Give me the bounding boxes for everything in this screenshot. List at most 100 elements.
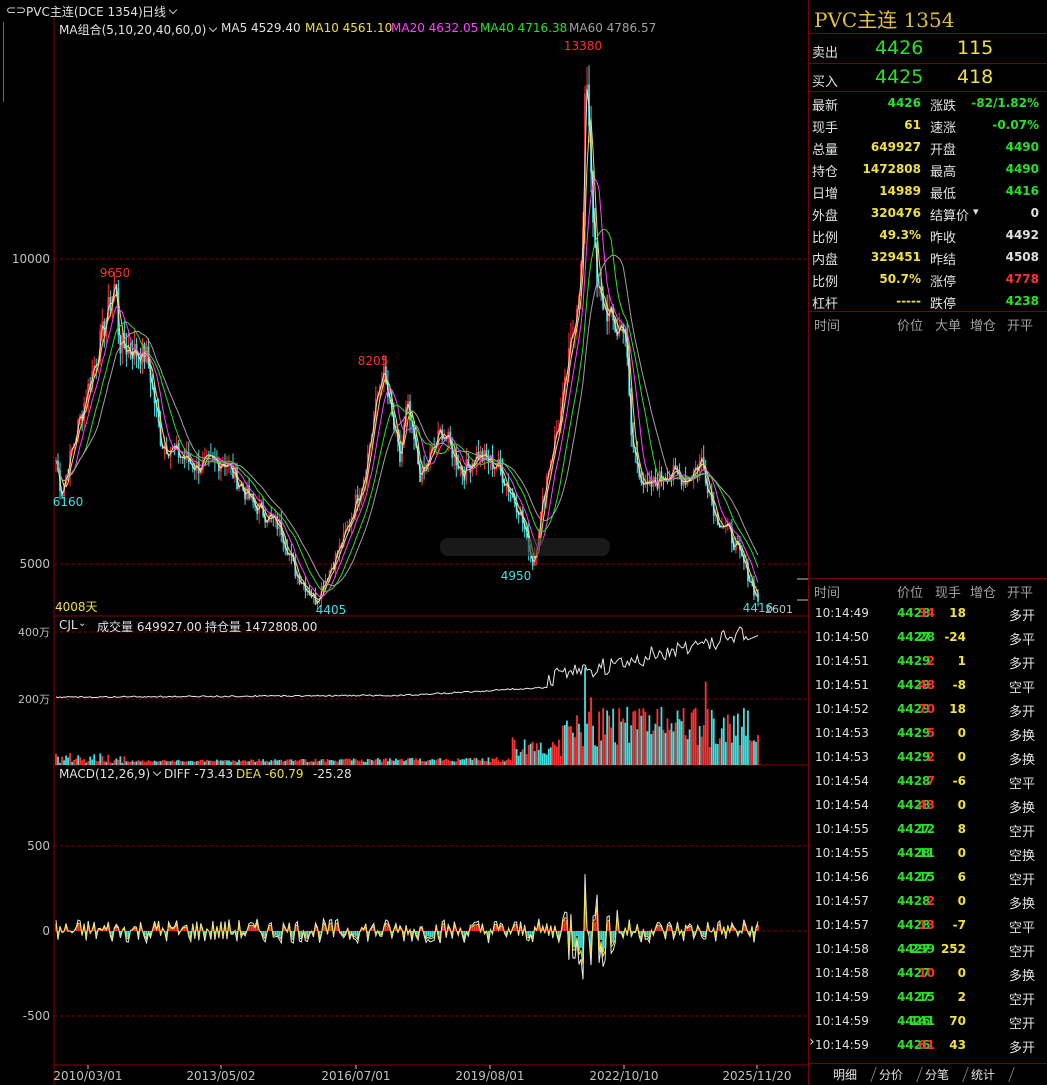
volume-bar — [316, 761, 319, 765]
stat-item: 比例 50.7% — [809, 268, 927, 290]
tick-qty: 2 — [926, 894, 935, 908]
x-tick-label: 2010/03/01 — [53, 1069, 122, 1083]
tick-row[interactable]: 10:14:50 4427 28 -24 多平 — [809, 625, 1047, 649]
volume-bar — [449, 761, 452, 765]
volume-bar — [197, 760, 200, 765]
volume-bar — [330, 759, 333, 765]
volume-bar — [425, 761, 428, 765]
tick-row[interactable]: 10:14:58 4427 10 0 多换 — [809, 961, 1047, 985]
chevron-down-icon[interactable]: ⌄ — [78, 618, 86, 629]
tick-time: 10:14:55 — [815, 822, 869, 836]
volume-bar — [332, 760, 335, 765]
tick-row[interactable]: 10:14:51 4429 2 1 多开 — [809, 649, 1047, 673]
volume-bar — [477, 759, 480, 765]
caret-down-icon[interactable]: ▾ — [973, 205, 979, 218]
tick-type: 多开 — [1009, 705, 1036, 720]
volume-bar — [755, 741, 757, 765]
tick-time: 10:14:58 — [815, 942, 869, 956]
volume-bar — [411, 757, 413, 765]
tick-row[interactable]: 10:14:54 4428 7 -6 空平 — [809, 769, 1047, 793]
volume-bar — [521, 749, 524, 765]
tick-type: 多平 — [1009, 633, 1036, 648]
tab-1[interactable]: 明细 — [833, 1066, 857, 1083]
tick-row[interactable]: 10:14:56 4427 15 6 空开 — [809, 865, 1047, 889]
tick-row[interactable]: › 10:14:59 4426 61 43 多开 — [809, 1033, 1047, 1057]
tick-time: 10:14:55 — [815, 846, 869, 860]
tick-row[interactable]: 10:14:55 4427 12 8 空开 — [809, 817, 1047, 841]
y-tick-label: 200万 — [18, 693, 50, 706]
volume-bar — [702, 725, 705, 765]
volume-bar — [244, 760, 246, 765]
macd-bar — [171, 929, 174, 931]
tick-row[interactable]: 10:14:49 4428 34 18 多开 — [809, 601, 1047, 625]
tick-row[interactable]: 10:14:57 4428 2 0 多换 — [809, 889, 1047, 913]
volume-bar — [652, 730, 655, 765]
tick-row[interactable]: 10:14:59 4426 141 70 空开 — [809, 1009, 1047, 1033]
volume-bar — [664, 732, 667, 765]
volume-bar — [606, 710, 609, 765]
volume-bar — [242, 760, 244, 765]
tick-row[interactable]: 10:14:53 4429 2 0 多换 — [809, 745, 1047, 769]
tick-row[interactable]: 10:14:59 4427 15 2 空开 — [809, 985, 1047, 1009]
volume-bar — [433, 759, 436, 765]
tick-row[interactable]: 10:14:57 4428 13 -7 空平 — [809, 913, 1047, 937]
volume-bar — [137, 760, 140, 765]
stat-item: 最低 4416 — [927, 180, 1045, 202]
kline-chart[interactable]: 1000050001338096508205616049504405 441640… — [0, 18, 808, 1085]
peak-annotation: 9650 — [100, 266, 131, 280]
tick-row[interactable]: 10:14:58 4427 299 252 空开 — [809, 937, 1047, 961]
tick-price: 4429 — [897, 726, 931, 740]
volume-bar — [469, 758, 472, 765]
volume-bar — [513, 740, 516, 765]
tick-qty: 299 — [909, 942, 935, 956]
tick-type: 空开 — [1009, 825, 1036, 840]
volume-bar — [216, 759, 218, 765]
stat-label: 外盘 — [812, 209, 839, 224]
volume-bar — [139, 761, 142, 765]
volume-bar — [292, 761, 295, 765]
tick-qty: 13 — [918, 918, 935, 932]
volume-bar — [87, 760, 90, 765]
volume-bar — [455, 761, 458, 765]
tab-2[interactable]: 分价 — [879, 1066, 903, 1083]
volume-bar — [529, 743, 532, 765]
volume-bar — [692, 709, 695, 765]
stat-value: 4238 — [1005, 294, 1039, 308]
volume-bar — [732, 715, 735, 765]
link-icon[interactable]: ⊂⊃ — [6, 3, 26, 17]
column-header: 增仓 — [970, 586, 997, 601]
tick-time: 10:14:51 — [815, 654, 869, 668]
volume-bar — [614, 742, 617, 765]
volume-bar — [147, 760, 150, 765]
tab-3[interactable]: 分笔 — [925, 1066, 949, 1083]
tab-4[interactable]: 统计 — [971, 1066, 995, 1083]
tab-divider — [916, 1067, 923, 1082]
volume-bar — [380, 761, 383, 765]
volume-bar — [183, 761, 186, 765]
tick-row[interactable]: 10:14:52 4429 70 18 多开 — [809, 697, 1047, 721]
macd-title[interactable]: MACD(12,26,9) — [59, 767, 162, 781]
tick-time: 10:14:51 — [815, 678, 869, 692]
macd-bar — [183, 928, 186, 931]
tick-row[interactable]: 10:14:55 4428 11 0 空换 — [809, 841, 1047, 865]
volume-bar — [65, 755, 67, 765]
volume-bar — [69, 753, 71, 765]
tick-row[interactable]: 10:14:51 4429 48 -8 空平 — [809, 673, 1047, 697]
volume-bar — [662, 729, 665, 765]
volume-bar — [272, 760, 275, 765]
tick-row[interactable]: 10:14:53 4429 5 0 多换 — [809, 721, 1047, 745]
stat-value: 329451 — [870, 250, 921, 264]
volume-bar — [209, 760, 212, 765]
volume-bar — [258, 759, 261, 765]
volume-bar — [101, 756, 104, 765]
macd-bar — [646, 931, 649, 936]
volume-bar — [608, 715, 611, 765]
volume-bar — [246, 761, 248, 765]
tick-oi-change: 0 — [957, 750, 966, 764]
volume-bar — [256, 761, 259, 765]
tick-row[interactable]: 10:14:54 4428 43 0 多换 — [809, 793, 1047, 817]
volume-bar — [497, 760, 500, 765]
chevron-right-icon: › — [809, 1034, 815, 1050]
volume-bar — [284, 760, 287, 765]
stat-value: -0.07% — [992, 118, 1039, 132]
